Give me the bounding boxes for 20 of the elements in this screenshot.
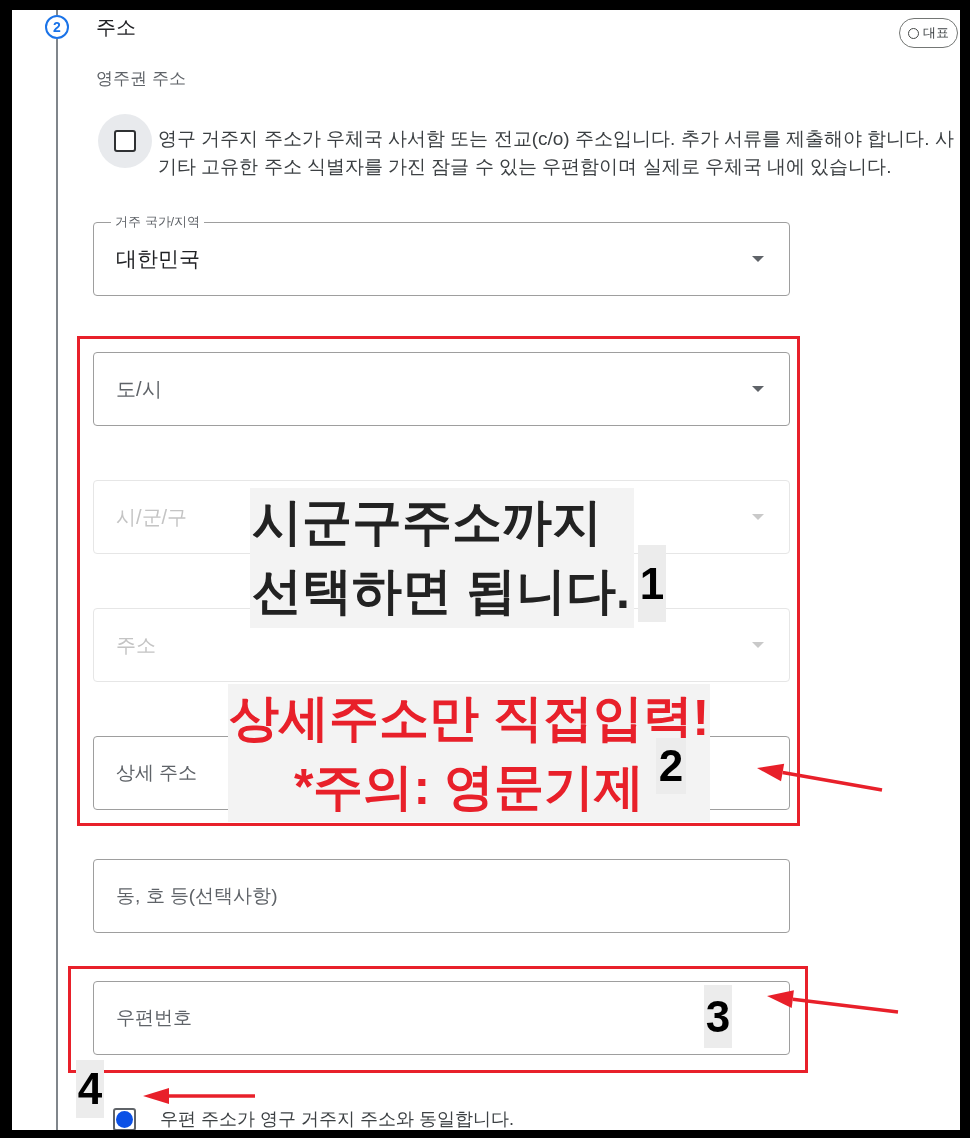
dropdown-caret-icon bbox=[752, 642, 764, 648]
dropdown-field[interactable]: 거주 국가/지역 대한민국 bbox=[93, 213, 790, 296]
checkbox[interactable] bbox=[113, 1107, 136, 1130]
dropdown-caret-icon bbox=[752, 514, 764, 520]
checkbox-label: 우편 주소가 영구 거주지 주소와 동일합니다. bbox=[160, 1108, 514, 1130]
tag-chip[interactable]: 대표 bbox=[899, 18, 958, 48]
dropdown-caret-icon bbox=[752, 256, 764, 262]
annotation-tooltip: 시군구주소까지 선택하면 됩니다. bbox=[250, 488, 634, 628]
step-number-label: 2 bbox=[656, 738, 686, 794]
checkbox-label: 영구 거주지 주소가 우체국 사서함 또는 전교(c/o) 주소입니다. 추가 서류를 제출해야 합니다. 사 기타 고유한 주소 식별자를 가진 잠글 수 있는 우편함이며 실제로 우체국 내에 있습니다. bbox=[158, 127, 954, 179]
dropdown-caret-icon bbox=[752, 386, 764, 392]
step-number-label: 4 bbox=[76, 1060, 104, 1118]
step-number-label: 3 bbox=[704, 985, 732, 1048]
dropdown-field[interactable]: 도/시 bbox=[93, 352, 790, 426]
text-input[interactable]: 동, 호 등(선택사항) bbox=[93, 859, 790, 933]
checkbox[interactable] bbox=[98, 114, 152, 168]
section-title: 주소 bbox=[96, 15, 136, 40]
subsection-label: 영주권 주소 bbox=[96, 68, 186, 90]
step-number-label: 1 bbox=[638, 545, 666, 622]
step-indicator: 2 bbox=[45, 15, 69, 39]
